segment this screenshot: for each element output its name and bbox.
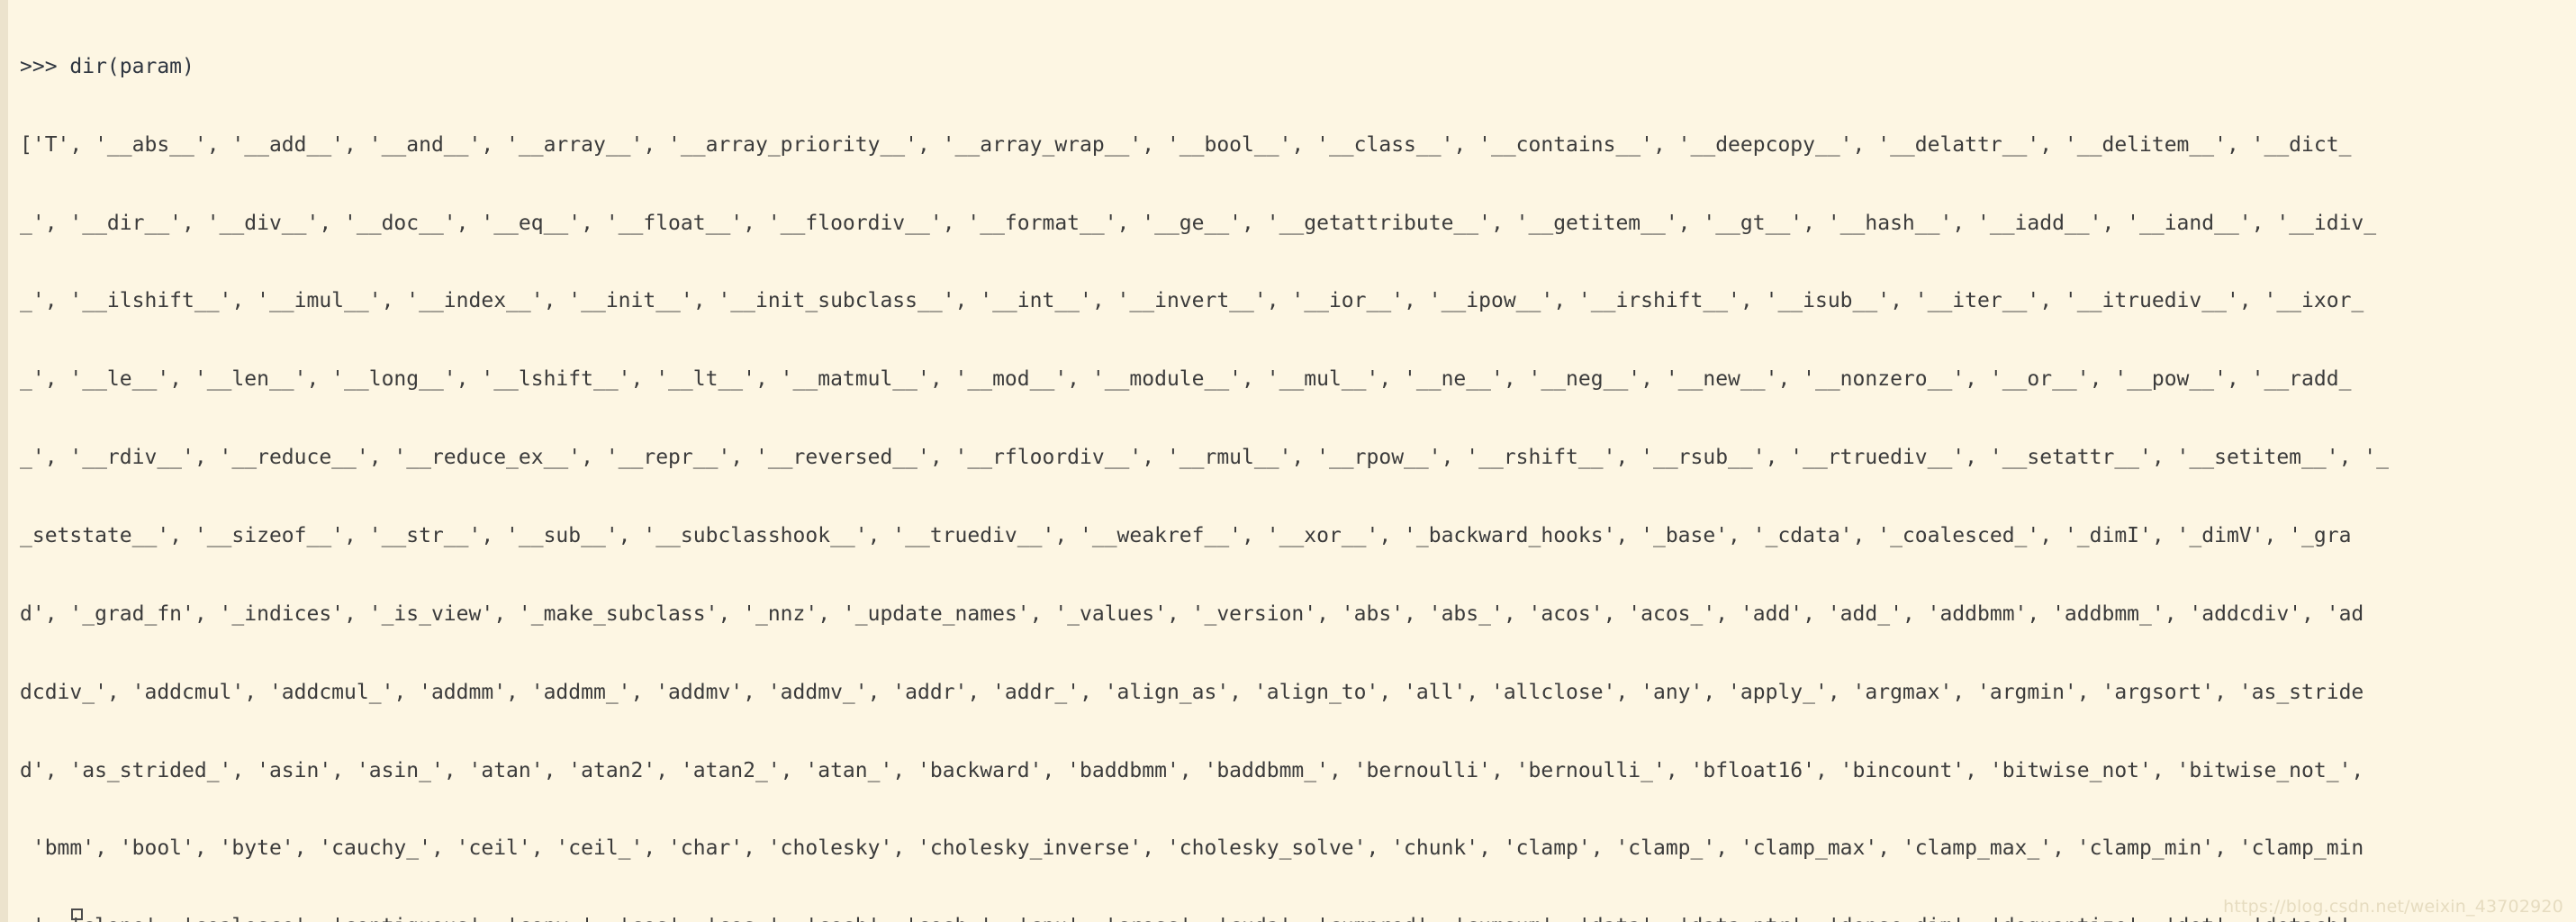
console-output-line: d', '_grad_fn', '_indices', '_is_view', … [20, 601, 2364, 626]
console-output-line: dcdiv_', 'addcmul', 'addcmul_', 'addmm',… [20, 680, 2364, 704]
console-output-line: _', '__le__', '__len__', '__long__', '__… [20, 367, 2352, 392]
console-output-area[interactable]: >>> dir(param) ['T', '__abs__', '__add__… [0, 0, 2576, 922]
console-prompt-line: >>> dir(param) [20, 54, 194, 78]
console-output-line: _setstate__', '__sizeof__', '__str__', '… [20, 523, 2352, 547]
console-output-line: ['T', '__abs__', '__add__', '__and__', '… [20, 132, 2352, 157]
console-output-line: _', '__rdiv__', '__reduce__', '__reduce_… [20, 446, 2389, 470]
console-output-line: _', '__ilshift__', '__imul__', '__index_… [20, 289, 2364, 313]
text-cursor [71, 908, 83, 920]
python-console-window: >>> dir(param) ['T', '__abs__', '__add__… [0, 0, 2576, 922]
console-output-line: 'bmm', 'bool', 'byte', 'cauchy_', 'ceil'… [20, 836, 2364, 861]
console-output-line: d', 'as_strided_', 'asin', 'asin_', 'ata… [20, 758, 2364, 782]
console-output-line: _', 'clone', 'coalesce', 'contiguous', '… [0, 914, 2576, 922]
csdn-watermark: https://blog.csdn.net/weixin_43702920 [2223, 897, 2563, 917]
console-output-line: _', '__dir__', '__div__', '__doc__', '__… [20, 211, 2377, 235]
